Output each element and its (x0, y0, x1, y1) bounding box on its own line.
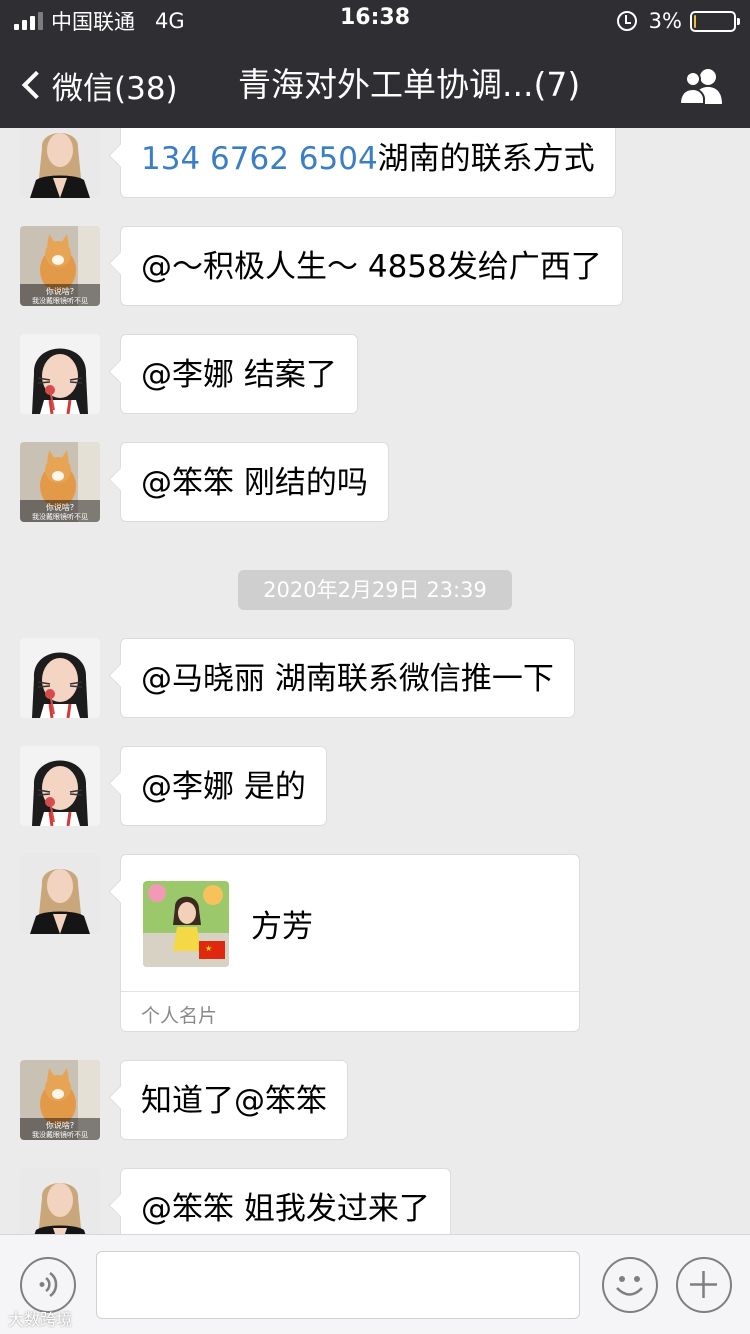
battery-icon (690, 10, 740, 32)
alarm-icon (616, 11, 637, 31)
emoji-icon (616, 1276, 643, 1296)
emoji-button[interactable] (602, 1257, 658, 1313)
message-row: @李娜 是的 (20, 746, 327, 826)
avatar-woman-blonde[interactable] (20, 128, 100, 198)
message-text: @马晓丽 湖南联系微信推一下 (141, 661, 554, 697)
message-text: 知道了@笨笨 (141, 1083, 327, 1119)
message-text: @李娜 结案了 (141, 357, 337, 393)
voice-button[interactable] (20, 1257, 76, 1313)
voice-icon (39, 1271, 58, 1298)
avatar-caption: 我没戴眼镜听不见 (32, 1130, 88, 1139)
message-row: @李娜 结案了 (20, 334, 358, 414)
avatar-woman-blonde[interactable] (20, 854, 100, 934)
input-bar (0, 1234, 750, 1334)
contact-card[interactable]: ★ 方芳 个人名片 (120, 854, 580, 1032)
avatar-girl-cat-filter[interactable] (20, 638, 100, 718)
avatar-woman-blonde[interactable] (20, 1168, 100, 1234)
status-bar-right: 3% (616, 6, 740, 36)
avatar-girl-cat-filter[interactable] (20, 746, 100, 826)
contact-card-divider (121, 991, 579, 992)
message-bubble[interactable]: 134 6762 6504湖南的联系方式 (120, 128, 616, 198)
message-bubble[interactable]: @笨笨 姐我发过来了 (120, 1168, 451, 1234)
chevron-left-icon (21, 70, 51, 100)
avatar-cat[interactable]: 你说啥? 我没戴眼镜听不见 (20, 442, 100, 522)
message-bubble[interactable]: @马晓丽 湖南联系微信推一下 (120, 638, 575, 718)
back-label: 微信(38) (52, 70, 178, 107)
message-row: 你说啥? 我没戴眼镜听不见 @～积极人生～ 4858发给广西了 (20, 226, 623, 306)
back-button[interactable]: 微信(38) (18, 60, 178, 110)
svg-text:★: ★ (205, 944, 212, 953)
group-members-button[interactable] (678, 66, 726, 106)
message-row: @马晓丽 湖南联系微信推一下 (20, 638, 575, 718)
message-text: 湖南的联系方式 (377, 141, 595, 177)
avatar-cat[interactable]: 你说啥? 我没戴眼镜听不见 (20, 1060, 100, 1140)
message-bubble[interactable]: @笨笨 刚结的吗 (120, 442, 389, 522)
message-text: @李娜 是的 (141, 769, 306, 805)
header: 中国联通 4G 16:38 3% 微信(38) 青海对外工单协调...(7) (0, 0, 750, 128)
message-row: 你说啥? 我没戴眼镜听不见 知道了@笨笨 (20, 1060, 348, 1140)
avatar-caption: 你说啥? (46, 1120, 74, 1130)
contact-card-photo: ★ (143, 881, 229, 967)
message-bubble[interactable]: @李娜 是的 (120, 746, 327, 826)
watermark: 大数跨境 (8, 1310, 73, 1329)
message-row: 你说啥? 我没戴眼镜听不见 @笨笨 刚结的吗 (20, 442, 389, 522)
message-row: @笨笨 姐我发过来了 (20, 1168, 451, 1234)
timestamp-divider: 2020年2月29日 23:39 (238, 570, 512, 610)
message-text: @笨笨 姐我发过来了 (141, 1191, 430, 1227)
message-bubble[interactable]: @～积极人生～ 4858发给广西了 (120, 226, 623, 306)
message-row: ★ 方芳 个人名片 (20, 854, 580, 1032)
avatar-caption: 你说啥? (46, 286, 74, 296)
message-text: @笨笨 刚结的吗 (141, 465, 368, 501)
message-input[interactable] (96, 1251, 580, 1319)
avatar-caption: 你说啥? (46, 502, 74, 512)
message-bubble[interactable]: @李娜 结案了 (120, 334, 358, 414)
chat-title: 青海对外工单协调...(7) (238, 65, 581, 104)
avatar-girl-cat-filter[interactable] (20, 334, 100, 414)
avatar-caption: 我没戴眼镜听不见 (32, 296, 88, 305)
phone-link[interactable]: 134 6762 6504 (141, 141, 378, 177)
message-bubble[interactable]: 知道了@笨笨 (120, 1060, 348, 1140)
chat-area[interactable]: 134 6762 6504湖南的联系方式 你说啥? 我没戴眼镜听不见 @～积极人生… (0, 128, 750, 1234)
battery-percent: 3% (648, 9, 682, 33)
avatar-caption: 我没戴眼镜听不见 (32, 512, 88, 521)
more-button[interactable] (676, 1257, 732, 1313)
group-members-icon (678, 69, 722, 105)
plus-icon (690, 1271, 717, 1298)
message-row: 134 6762 6504湖南的联系方式 (20, 128, 616, 198)
message-text: @～积极人生～ 4858发给广西了 (141, 249, 602, 285)
avatar-cat[interactable]: 你说啥? 我没戴眼镜听不见 (20, 226, 100, 306)
contact-card-name: 方芳 (251, 909, 313, 945)
contact-card-type: 个人名片 (141, 1005, 218, 1027)
